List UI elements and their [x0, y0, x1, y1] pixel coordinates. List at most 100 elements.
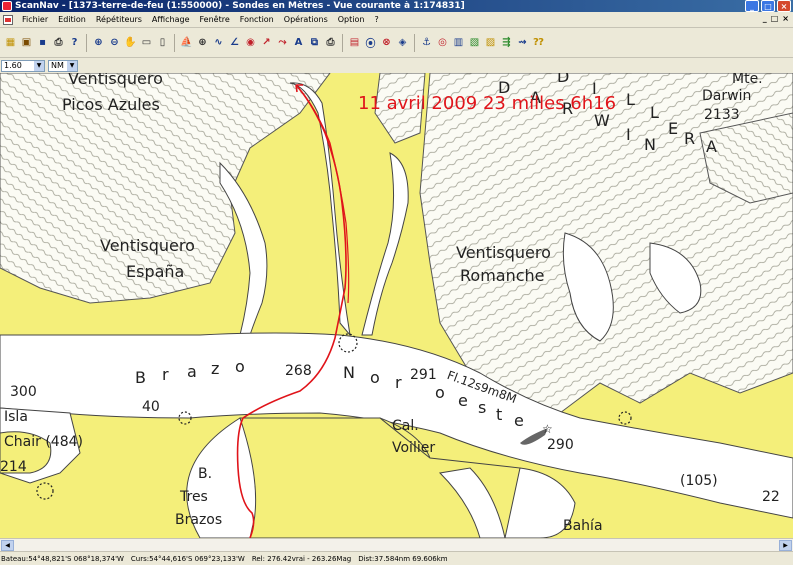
depth-label: 22 — [762, 489, 780, 505]
mdi-restore-button[interactable]: □ — [771, 14, 779, 23]
window-title: ScanNav - [1373-terre-de-feu (1:550000) … — [15, 1, 465, 11]
unit-value: NM — [51, 61, 64, 70]
hand-icon[interactable]: ✋ — [123, 34, 138, 51]
grib-icon[interactable]: ▨ — [483, 34, 498, 51]
wind-icon[interactable]: ⇶ — [499, 34, 514, 51]
help-icon[interactable]: ? — [67, 34, 82, 51]
map-label: s — [478, 398, 487, 417]
menu-fenetre[interactable]: Fenêtre — [195, 15, 235, 24]
menu-repetiteurs[interactable]: Répétiteurs — [91, 15, 147, 24]
current-icon[interactable]: ⇝ — [515, 34, 530, 51]
print-icon[interactable]: ⎙ — [51, 34, 66, 51]
setup-help-icon[interactable]: ⁇ — [531, 34, 546, 51]
zoom-in-icon[interactable]: ⊕ — [91, 34, 106, 51]
window-icon[interactable]: ▯ — [155, 34, 170, 51]
map-label: Bahía — [563, 518, 603, 534]
map-label: 2133 — [704, 107, 740, 123]
depth-label: 40 — [142, 399, 160, 415]
anchor-icon[interactable]: ⚓ — [419, 34, 434, 51]
depth-label: 268 — [285, 363, 312, 379]
map-label: o — [235, 357, 245, 376]
map-label: Darwin — [702, 88, 752, 104]
app-icon[interactable] — [2, 1, 12, 11]
mdi-minimize-button[interactable]: _ — [763, 14, 767, 23]
unit-select[interactable]: NM ▼ — [48, 59, 78, 72]
map-label: t — [496, 405, 503, 424]
text-icon[interactable]: A — [291, 34, 306, 51]
window-controls: _ □ × — [745, 0, 791, 12]
document-icon[interactable] — [3, 14, 13, 25]
map-label: r — [162, 365, 169, 384]
layers-icon[interactable]: ⧉ — [307, 34, 322, 51]
weather-icon[interactable]: ▧ — [467, 34, 482, 51]
route-edit-icon[interactable]: ⤳ — [275, 34, 290, 51]
horizontal-scrollbar[interactable]: ◀ ▶ — [0, 538, 793, 551]
map-label: Voilier — [392, 440, 436, 456]
tide-icon[interactable]: ▥ — [451, 34, 466, 51]
map-label: B — [135, 368, 146, 387]
curve-icon[interactable]: ∿ — [211, 34, 226, 51]
map-label: z — [211, 359, 220, 378]
mdi-close-button[interactable]: × — [782, 14, 789, 23]
menu-edition[interactable]: Edition — [53, 15, 91, 24]
chart-view[interactable]: ☆ Ventisquero Picos Azules Ventisquero E… — [0, 73, 793, 538]
menu-operations[interactable]: Opérations — [279, 15, 333, 24]
alarm-icon[interactable]: ◎ — [435, 34, 450, 51]
map-label: I — [626, 125, 631, 144]
map-label: o — [435, 383, 445, 402]
map-label: N — [343, 363, 355, 382]
depth-label: 290 — [547, 437, 574, 453]
boat-icon[interactable]: ⛵ — [179, 34, 194, 51]
map-label: e — [514, 411, 524, 430]
toolbar-separator — [342, 33, 343, 52]
measure-icon[interactable]: ∠ — [227, 34, 242, 51]
chevron-down-icon[interactable]: ▼ — [67, 60, 77, 71]
boat-position: Bateau:54°48,821'S 068°18,374'W — [1, 554, 124, 563]
menu-fonction[interactable]: Fonction — [235, 15, 279, 24]
maximize-button[interactable]: □ — [761, 0, 775, 12]
scale-select[interactable]: 1.60 ▼ — [1, 59, 45, 72]
map-label: Mte. — [732, 73, 763, 87]
gps-nmea-icon[interactable]: ▤ — [347, 34, 362, 51]
mdi-controls: _ □ × — [763, 14, 789, 23]
map-label: Isla — [4, 409, 28, 425]
map-label: Ventisquero — [100, 236, 195, 255]
ais-icon[interactable]: ◈ — [395, 34, 410, 51]
minimize-button[interactable]: _ — [745, 0, 759, 12]
depth-label: 300 — [10, 384, 37, 400]
chart-drawing: ☆ — [0, 73, 793, 538]
scroll-left-icon[interactable]: ◀ — [1, 540, 14, 551]
lighthouse-star-icon: ☆ — [542, 422, 553, 436]
track-icon[interactable]: ↗ — [259, 34, 274, 51]
menu-affichage[interactable]: Affichage — [147, 15, 195, 24]
inlet-center — [361, 152, 409, 336]
map-label: e — [458, 391, 468, 410]
chevron-down-icon[interactable]: ▼ — [34, 60, 44, 71]
close-button[interactable]: × — [777, 0, 791, 12]
map-label: r — [395, 373, 402, 392]
map-label: a — [187, 362, 197, 381]
route-icon[interactable]: ▦ — [3, 34, 18, 51]
select-rect-icon[interactable]: ▭ — [139, 34, 154, 51]
map-label: España — [126, 262, 185, 281]
print-setup-icon[interactable]: ▣ — [19, 34, 34, 51]
zoom-out-icon[interactable]: ⊖ — [107, 34, 122, 51]
save-icon[interactable]: ▪ — [35, 34, 50, 51]
crosshair-icon[interactable]: ⊕ — [195, 34, 210, 51]
map-label: Tres — [180, 489, 208, 505]
map-label: Ventisquero — [68, 73, 163, 88]
map-label: Cal. — [392, 418, 419, 434]
target-icon[interactable]: ⊗ — [379, 34, 394, 51]
menu-fichier[interactable]: Fichier — [17, 15, 53, 24]
toolbar-separator — [86, 33, 87, 52]
title-bar[interactable]: ScanNav - [1373-terre-de-feu (1:550000) … — [0, 0, 793, 12]
printer-icon[interactable]: ⎙ — [323, 34, 338, 51]
map-label: D — [557, 73, 570, 86]
compass-icon[interactable]: ⦿ — [363, 34, 378, 51]
menu-option[interactable]: Option — [333, 15, 370, 24]
mark-icon[interactable]: ◉ — [243, 34, 258, 51]
scroll-right-icon[interactable]: ▶ — [779, 540, 792, 551]
menu-help[interactable]: ? — [369, 15, 383, 24]
rock-icon — [618, 411, 632, 425]
menu-bar: Fichier Edition Répétiteurs Affichage Fe… — [0, 12, 793, 28]
